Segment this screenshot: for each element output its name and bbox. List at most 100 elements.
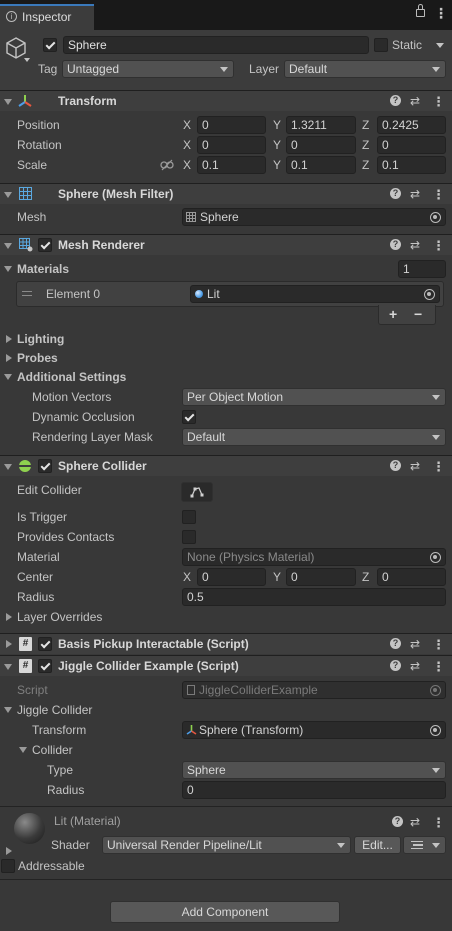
layer-overrides-foldout-arrow-icon[interactable] xyxy=(6,613,12,621)
layer-dropdown[interactable]: Default xyxy=(284,60,446,78)
rotation-x-input[interactable]: 0 xyxy=(197,136,266,154)
jiggle-enabled-checkbox[interactable] xyxy=(38,659,52,673)
center-x-label[interactable]: X xyxy=(183,570,191,584)
tab-inspector[interactable]: i Inspector xyxy=(0,4,94,30)
additional-settings-label[interactable]: Additional Settings xyxy=(17,370,126,384)
probes-foldout-arrow-icon[interactable] xyxy=(6,354,12,362)
center-z-input[interactable]: 0 xyxy=(377,568,446,586)
presets-icon[interactable]: ⇄ xyxy=(410,187,420,201)
icon-dropdown-arrow-icon[interactable] xyxy=(24,58,30,62)
mesh-object-field[interactable]: Sphere xyxy=(182,208,446,226)
kebab-menu-icon[interactable]: ⋮ xyxy=(432,659,445,675)
rotation-y-input[interactable]: 0 xyxy=(286,136,356,154)
provides-contacts-checkbox[interactable] xyxy=(182,530,196,544)
scale-y-input[interactable]: 0.1 xyxy=(286,156,356,174)
static-dropdown-arrow-icon[interactable] xyxy=(436,43,444,48)
materials-label[interactable]: Materials xyxy=(17,262,69,276)
presets-icon[interactable]: ⇄ xyxy=(410,815,420,829)
foldout-arrow-icon[interactable] xyxy=(4,464,12,470)
scale-y-label[interactable]: Y xyxy=(273,158,281,172)
jiggle-collider-foldout-arrow-icon[interactable] xyxy=(4,707,12,713)
lock-icon[interactable] xyxy=(416,9,425,17)
drag-handle-icon[interactable] xyxy=(22,291,32,296)
position-x-label[interactable]: X xyxy=(183,118,191,132)
layer-overrides-label[interactable]: Layer Overrides xyxy=(17,610,102,624)
rotation-z-label[interactable]: Z xyxy=(362,138,369,152)
mesh-filter-header[interactable]: Sphere (Mesh Filter) ? ⇄ ⋮ xyxy=(0,183,452,204)
presets-icon[interactable]: ⇄ xyxy=(410,238,420,252)
help-icon[interactable]: ? xyxy=(390,638,401,649)
collider-radius-input[interactable]: 0.5 xyxy=(182,588,446,606)
position-z-label[interactable]: Z xyxy=(362,118,369,132)
presets-icon[interactable]: ⇄ xyxy=(410,459,420,473)
center-z-label[interactable]: Z xyxy=(362,570,369,584)
help-icon[interactable]: ? xyxy=(390,188,401,199)
help-icon[interactable]: ? xyxy=(390,460,401,471)
foldout-arrow-icon[interactable] xyxy=(6,640,12,648)
basis-pickup-header[interactable]: # Basis Pickup Interactable (Script) ? ⇄… xyxy=(0,633,452,654)
collider-label[interactable]: Collider xyxy=(32,743,73,757)
static-checkbox[interactable] xyxy=(374,38,388,52)
active-checkbox[interactable] xyxy=(43,38,57,52)
kebab-menu-icon[interactable]: ⋮ xyxy=(432,637,445,653)
object-picker-icon[interactable] xyxy=(424,289,435,300)
object-name-input[interactable]: Sphere xyxy=(63,36,369,54)
scale-x-input[interactable]: 0.1 xyxy=(197,156,266,174)
scale-z-label[interactable]: Z xyxy=(362,158,369,172)
dynamic-occlusion-checkbox[interactable] xyxy=(182,410,196,424)
help-icon[interactable]: ? xyxy=(390,660,401,671)
lighting-label[interactable]: Lighting xyxy=(17,332,64,346)
kebab-menu-icon[interactable]: ⋮ xyxy=(432,187,445,203)
foldout-arrow-icon[interactable] xyxy=(4,192,12,198)
help-icon[interactable]: ? xyxy=(390,239,401,250)
jiggle-collider-label[interactable]: Jiggle Collider xyxy=(17,703,92,717)
add-element-button[interactable]: + xyxy=(389,306,397,322)
basis-pickup-enabled-checkbox[interactable] xyxy=(38,637,52,651)
position-x-input[interactable]: 0 xyxy=(197,116,266,134)
element-0-material-field[interactable]: Lit xyxy=(190,285,440,303)
remove-element-button[interactable]: − xyxy=(414,306,422,322)
center-x-input[interactable]: 0 xyxy=(197,568,266,586)
help-icon[interactable]: ? xyxy=(392,816,403,827)
addressable-checkbox[interactable] xyxy=(1,859,15,873)
center-y-label[interactable]: Y xyxy=(273,570,281,584)
transform-header[interactable]: Transform ? ⇄ ⋮ xyxy=(0,90,452,111)
foldout-arrow-icon[interactable] xyxy=(4,99,12,105)
shader-dropdown[interactable]: Universal Render Pipeline/Lit xyxy=(102,836,351,854)
shader-edit-button[interactable]: Edit... xyxy=(354,836,401,854)
is-trigger-checkbox[interactable] xyxy=(182,510,196,524)
mesh-renderer-header[interactable]: Mesh Renderer ? ⇄ ⋮ xyxy=(0,234,452,255)
object-picker-icon[interactable] xyxy=(430,725,441,736)
sphere-collider-header[interactable]: Sphere Collider ? ⇄ ⋮ xyxy=(0,455,452,476)
constrain-proportions-link-icon[interactable] xyxy=(160,159,174,171)
jiggle-radius-input[interactable]: 0 xyxy=(182,781,446,799)
materials-foldout-arrow-icon[interactable] xyxy=(4,266,12,272)
rotation-z-input[interactable]: 0 xyxy=(377,136,446,154)
foldout-arrow-icon[interactable] xyxy=(4,243,12,249)
scale-z-input[interactable]: 0.1 xyxy=(377,156,446,174)
position-y-label[interactable]: Y xyxy=(273,118,281,132)
motion-vectors-dropdown[interactable]: Per Object Motion xyxy=(182,388,446,406)
tag-dropdown[interactable]: Untagged xyxy=(62,60,234,78)
object-picker-icon[interactable] xyxy=(430,212,441,223)
add-component-button[interactable]: Add Component xyxy=(110,901,340,923)
kebab-menu-icon[interactable]: ⋮ xyxy=(434,5,448,22)
kebab-menu-icon[interactable]: ⋮ xyxy=(432,238,445,254)
position-z-input[interactable]: 0.2425 xyxy=(377,116,446,134)
mesh-renderer-enabled-checkbox[interactable] xyxy=(38,238,52,252)
help-icon[interactable]: ? xyxy=(390,95,401,106)
jiggle-transform-field[interactable]: Sphere (Transform) xyxy=(182,721,446,739)
edit-collider-button[interactable] xyxy=(181,482,213,502)
position-y-input[interactable]: 1.3211 xyxy=(286,116,356,134)
lighting-foldout-arrow-icon[interactable] xyxy=(6,335,12,343)
jiggle-collider-header[interactable]: # Jiggle Collider Example (Script) ? ⇄ ⋮ xyxy=(0,655,452,676)
kebab-menu-icon[interactable]: ⋮ xyxy=(432,815,445,831)
rotation-y-label[interactable]: Y xyxy=(273,138,281,152)
shader-options-dropdown[interactable] xyxy=(403,836,446,854)
probes-label[interactable]: Probes xyxy=(17,351,58,365)
materials-count-input[interactable]: 1 xyxy=(398,260,446,278)
object-picker-icon[interactable] xyxy=(430,552,441,563)
presets-icon[interactable]: ⇄ xyxy=(410,637,420,651)
kebab-menu-icon[interactable]: ⋮ xyxy=(432,94,445,110)
kebab-menu-icon[interactable]: ⋮ xyxy=(432,459,445,475)
